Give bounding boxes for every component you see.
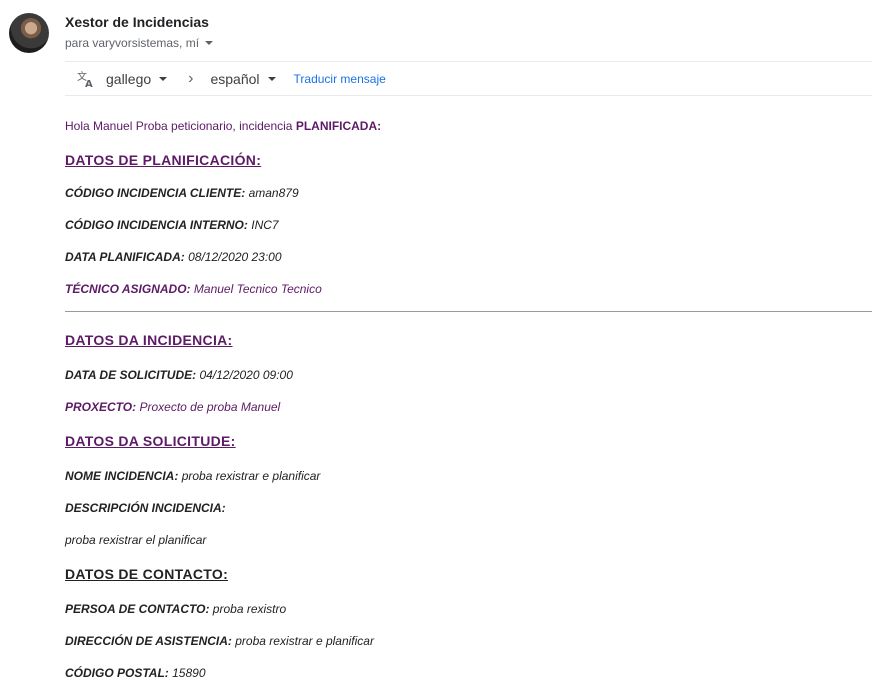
field-descricion-value: proba rexistrar el planificar [65, 532, 872, 548]
field-value: proba rexistro [212, 602, 287, 616]
target-language-dropdown[interactable]: español [210, 70, 276, 87]
section-title-planificacion: DATOS DE PLANIFICACIÓN: [65, 152, 262, 168]
field-value: proba rexistrar e planificar [181, 469, 321, 483]
field-label: PERSOA DE CONTACTO: [65, 602, 210, 616]
target-language-label: español [210, 70, 260, 87]
field-value: Proxecto de proba Manuel [139, 400, 281, 414]
field-value: 04/12/2020 09:00 [199, 368, 293, 382]
field-value: aman879 [248, 186, 299, 200]
field-codigo-cliente: CÓDIGO INCIDENCIA CLIENTE: aman879 [65, 185, 872, 201]
field-label: PROXECTO: [65, 400, 137, 414]
chevron-right-icon: › [188, 69, 194, 87]
message-body: Hola Manuel Proba peticionario, incidenc… [65, 112, 872, 681]
field-value: INC7 [251, 218, 279, 232]
field-value: 15890 [172, 666, 206, 680]
translate-bar: 文 A gallego › español Traducir mensaje [65, 61, 872, 96]
field-proxecto: PROXECTO: Proxecto de proba Manuel [65, 399, 872, 415]
field-tecnico: TÉCNICO ASIGNADO: Manuel Tecnico Tecnico [65, 281, 872, 297]
section-title-incidencia: DATOS DA INCIDENCIA: [65, 332, 233, 348]
recipients-text: para varyvorsistemas, mí [65, 36, 200, 50]
translate-message-link[interactable]: Traducir mensaje [294, 72, 386, 86]
field-data-planificada: DATA PLANIFICADA: 08/12/2020 23:00 [65, 249, 872, 265]
field-persoa-contacto: PERSOA DE CONTACTO: proba rexistro [65, 601, 872, 617]
translate-icon: 文 A [76, 69, 96, 90]
field-label: DATA DE SOLICITUDE: [65, 368, 197, 382]
field-nome-incidencia: NOME INCIDENCIA: proba rexistrar e plani… [65, 468, 872, 484]
field-descricion-incidencia: DESCRIPCIÓN INCIDENCIA: [65, 500, 872, 516]
field-label: CÓDIGO POSTAL: [65, 666, 169, 680]
section-title-contacto: DATOS DE CONTACTO: [65, 566, 229, 582]
caret-down-icon [267, 76, 276, 81]
greeting: Hola Manuel Proba peticionario, incidenc… [65, 118, 872, 134]
field-label: DIRECCIÓN DE ASISTENCIA: [65, 634, 232, 648]
caret-down-icon[interactable] [205, 41, 214, 45]
field-data-solicitude: DATA DE SOLICITUDE: 04/12/2020 09:00 [65, 367, 872, 383]
field-value: 08/12/2020 23:00 [188, 250, 282, 264]
source-language-dropdown[interactable]: gallego [106, 70, 168, 87]
sender-name[interactable]: Xestor de Incidencias [65, 14, 209, 30]
field-label: NOME INCIDENCIA: [65, 469, 179, 483]
field-label: CÓDIGO INCIDENCIA INTERNO: [65, 218, 248, 232]
field-label: TÉCNICO ASIGNADO: [65, 282, 191, 296]
field-value: proba rexistrar e planificar [235, 634, 374, 648]
recipients-line[interactable]: para varyvorsistemas, mí [65, 36, 214, 50]
source-language-label: gallego [106, 70, 152, 87]
field-label: DATA PLANIFICADA: [65, 250, 185, 264]
field-value: proba rexistrar el planificar [65, 533, 207, 547]
field-direccion-asistencia: DIRECCIÓN DE ASISTENCIA: proba rexistrar… [65, 633, 872, 649]
field-label: CÓDIGO INCIDENCIA CLIENTE: [65, 186, 246, 200]
caret-down-icon [159, 76, 168, 81]
greeting-text: Hola Manuel Proba peticionario, incidenc… [65, 119, 296, 133]
section-title-solicitude: DATOS DA SOLICITUDE: [65, 433, 236, 449]
field-codigo-interno: CÓDIGO INCIDENCIA INTERNO: INC7 [65, 217, 872, 233]
field-value: Manuel Tecnico Tecnico [193, 282, 322, 296]
sender-avatar[interactable] [9, 13, 49, 53]
greeting-status: PLANIFICADA: [295, 119, 382, 133]
field-label: DESCRIPCIÓN INCIDENCIA: [65, 501, 226, 515]
svg-text:A: A [85, 79, 93, 89]
field-codigo-postal: CÓDIGO POSTAL: 15890 [65, 665, 872, 681]
